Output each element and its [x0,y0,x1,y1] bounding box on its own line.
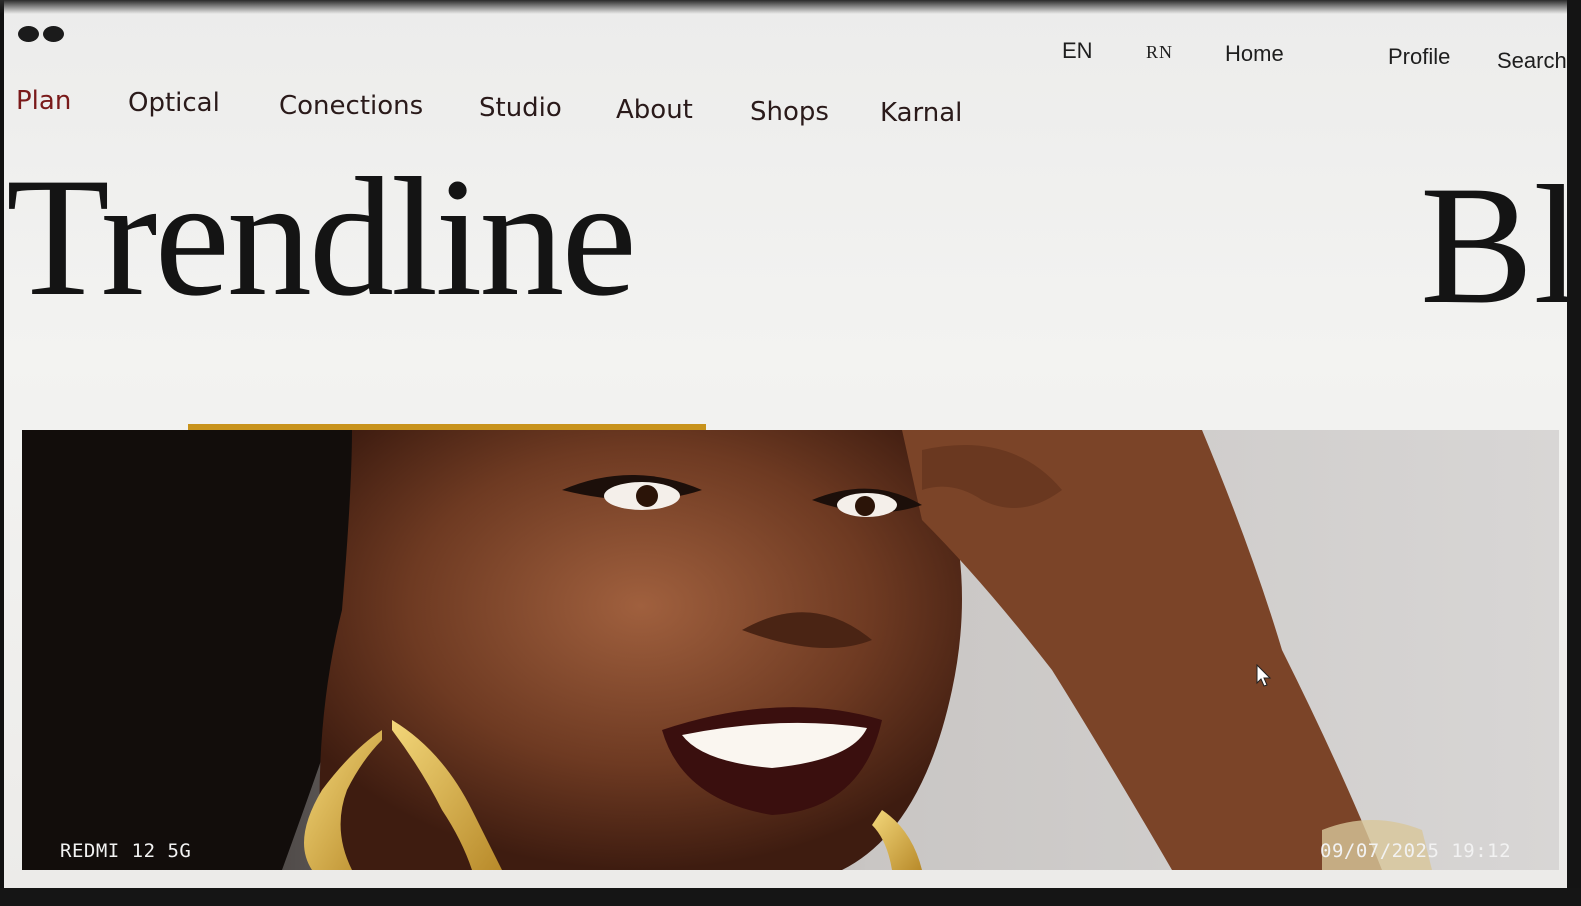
device-watermark: REDMI 12 5G [60,840,192,862]
language-en-link[interactable]: EN [1062,38,1093,64]
nav-studio[interactable]: Studio [479,93,562,123]
utility-nav: EN RN Home Profile Search [4,36,1569,76]
language-rn-link[interactable]: RN [1146,42,1173,63]
monitor-bezel-top [0,0,1581,14]
nav-plan[interactable]: Plan [16,86,71,116]
nav-conections[interactable]: Conections [279,91,423,121]
hero-image [22,430,1559,870]
portrait-illustration [22,430,1559,870]
browser-screen: EN RN Home Profile Search Plan Optical C… [4,0,1569,888]
home-link[interactable]: Home [1225,41,1284,67]
monitor-bezel-right [1567,0,1581,906]
profile-link[interactable]: Profile [1388,44,1450,70]
nav-about[interactable]: About [616,95,693,125]
timestamp-watermark: 09/07/2025 19:12 [1320,840,1512,862]
search-link[interactable]: Search [1497,48,1567,74]
mouse-cursor-icon [1256,664,1272,687]
nav-optical[interactable]: Optical [128,88,220,118]
nav-karnal[interactable]: Karnal [880,98,962,128]
nav-shops[interactable]: Shops [750,97,829,127]
hero-title: Trendline [6,143,637,331]
hero-title-secondary: Bl [1420,160,1569,330]
monitor-bezel-bottom [0,888,1581,906]
